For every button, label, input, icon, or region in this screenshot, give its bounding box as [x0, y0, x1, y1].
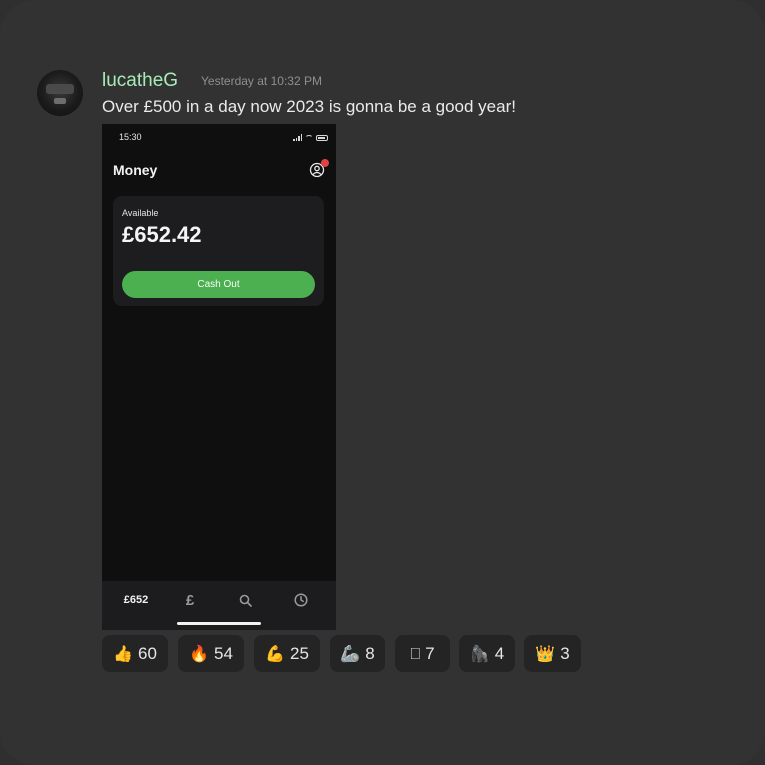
flexed-biceps-icon: 💪: [265, 643, 285, 663]
reaction-count: 4: [494, 643, 505, 663]
reaction-fire[interactable]: 🔥 54: [178, 635, 244, 672]
balance-amount: £652.42: [122, 222, 202, 247]
notification-badge: [321, 159, 329, 167]
reaction-mechanical-arm[interactable]: 🦾 8: [330, 635, 385, 672]
fire-icon: 🔥: [189, 643, 209, 663]
balance-card: Available £652.42 Cash Out: [113, 196, 324, 306]
discord-message-card: lucatheG Yesterday at 10:32 PM Over £500…: [0, 0, 765, 765]
wifi-icon: [305, 135, 313, 141]
reaction-count: 7: [425, 643, 435, 663]
gorilla-icon: 🦍: [469, 643, 490, 663]
available-label: Available: [122, 208, 159, 218]
reaction-count: 25: [290, 643, 309, 663]
home-indicator: [177, 622, 261, 625]
tab-bar: £652 £: [102, 581, 336, 630]
reaction-thumbs-up[interactable]: 👍 60: [102, 635, 168, 672]
message-timestamp: Yesterday at 10:32 PM: [201, 74, 322, 88]
reaction-count: 54: [214, 643, 233, 663]
message-text: Over £500 in a day now 2023 is gonna be …: [102, 97, 516, 116]
signal-icon: [293, 134, 302, 141]
mechanical-arm-icon: 🦾: [340, 643, 361, 663]
reaction-count: 8: [365, 643, 375, 663]
reaction-count: 60: [138, 643, 157, 663]
tab-history[interactable]: [281, 581, 321, 619]
avatar[interactable]: [37, 70, 83, 116]
unknown-glyph-icon: ⎕: [410, 643, 421, 663]
reaction-flexed-biceps[interactable]: 💪 25: [254, 635, 320, 672]
attached-screenshot[interactable]: 15:30 Money Available £652.42 Cash Out £…: [102, 124, 336, 630]
battery-icon: [316, 135, 328, 141]
reaction-gorilla[interactable]: 🦍 4: [459, 635, 515, 672]
reaction-crown[interactable]: 👑 3: [524, 635, 581, 672]
status-bar-time: 15:30: [119, 132, 142, 142]
reaction-unknown-glyph[interactable]: ⎕ 7: [395, 635, 450, 672]
search-icon: [239, 594, 252, 607]
cash-out-button[interactable]: Cash Out: [122, 271, 315, 298]
app-title: Money: [113, 162, 158, 178]
clock-icon: [294, 593, 308, 607]
tab-balance[interactable]: £652: [112, 581, 160, 619]
thumbs-up-icon: 👍: [113, 643, 133, 663]
crown-icon: 👑: [535, 643, 556, 663]
reaction-count: 3: [560, 643, 570, 663]
tab-search[interactable]: [225, 581, 265, 619]
status-bar-icons: [293, 133, 328, 141]
username[interactable]: lucatheG: [102, 70, 178, 92]
tab-pound[interactable]: £: [170, 581, 210, 619]
